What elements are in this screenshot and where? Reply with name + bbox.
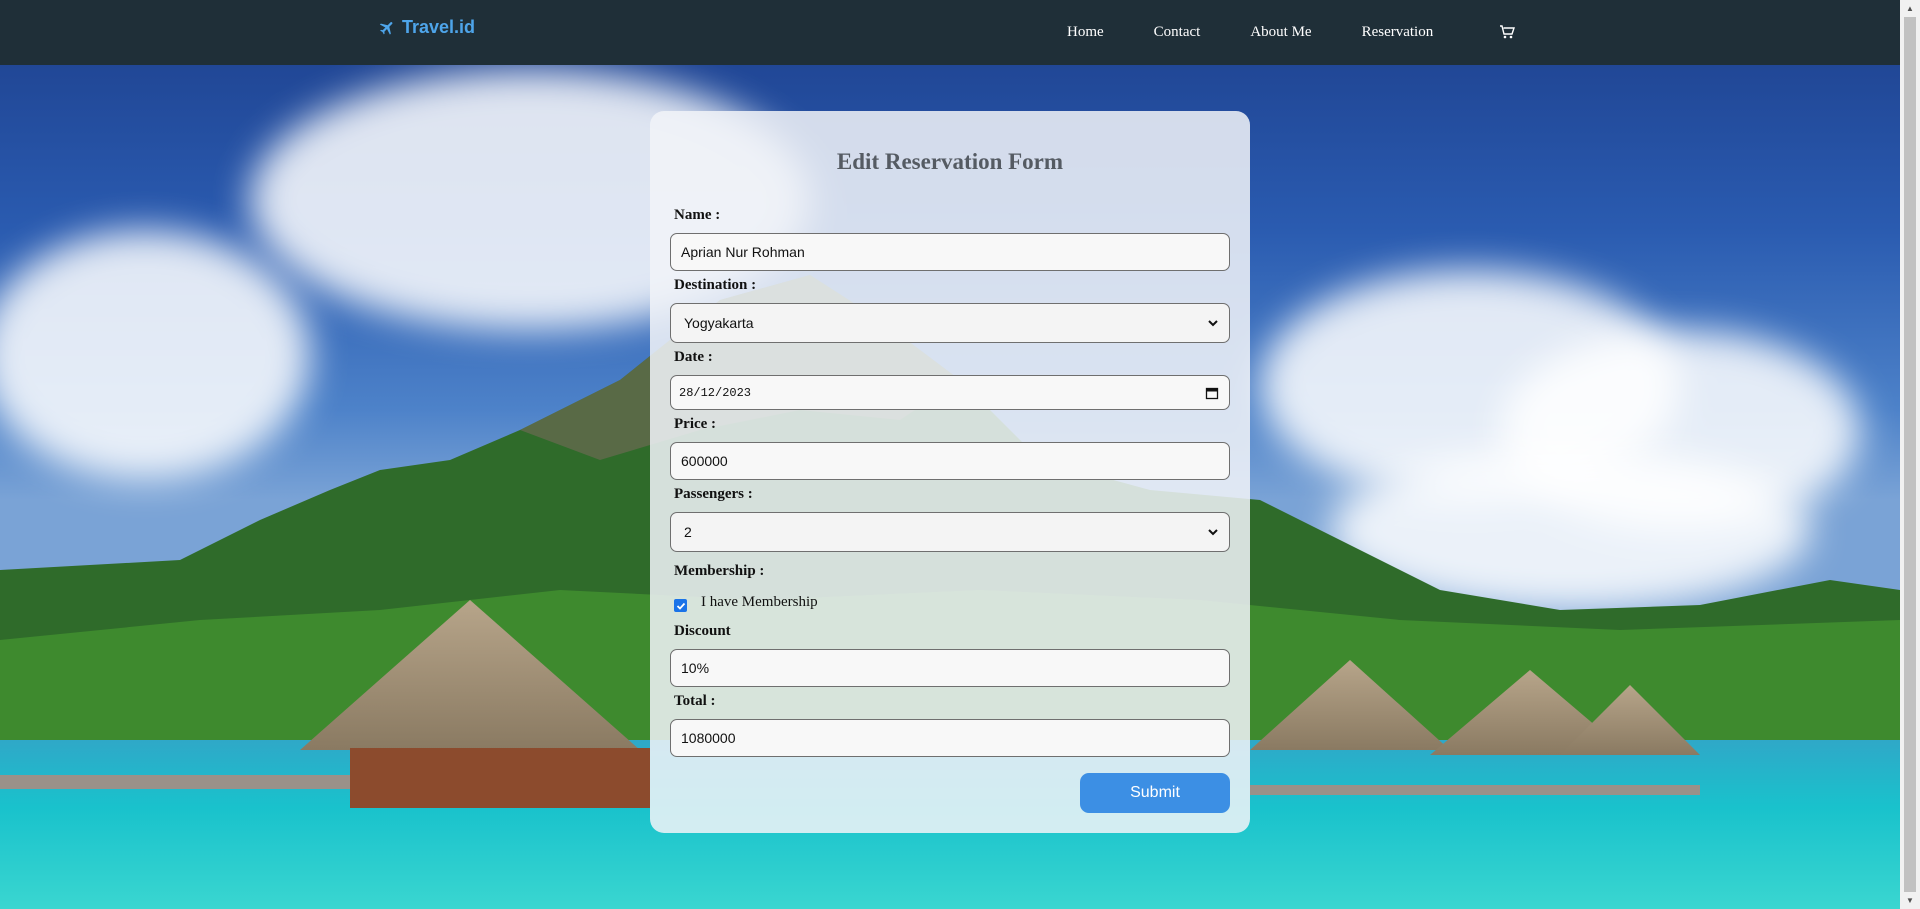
page-scrollbar[interactable]: ▲ ▼ bbox=[1900, 0, 1920, 909]
total-label: Total : bbox=[674, 693, 716, 709]
date-input[interactable]: 28/12/2023 bbox=[670, 375, 1230, 410]
nav-links: Home Contact About Me Reservation bbox=[1067, 24, 1483, 41]
nav-reservation[interactable]: Reservation bbox=[1362, 24, 1434, 41]
brand-logo[interactable]: Travel.id bbox=[378, 17, 475, 38]
price-input[interactable]: 600000 bbox=[670, 442, 1230, 480]
submit-button[interactable]: Submit bbox=[1080, 773, 1230, 813]
total-input[interactable]: 1080000 bbox=[670, 719, 1230, 757]
calendar-icon[interactable] bbox=[1205, 386, 1219, 400]
passengers-select[interactable]: 2 bbox=[670, 512, 1230, 552]
destination-value: Yogyakarta bbox=[684, 315, 754, 331]
form-title: Edit Reservation Form bbox=[836, 149, 1064, 174]
top-navbar: Travel.id Home Contact About Me Reservat… bbox=[0, 0, 1900, 65]
price-value: 600000 bbox=[681, 453, 728, 469]
name-value: Aprian Nur Rohman bbox=[681, 244, 805, 260]
scroll-down-arrow-icon[interactable]: ▼ bbox=[1900, 892, 1920, 909]
cart-icon[interactable] bbox=[1499, 24, 1515, 40]
nav-about-me[interactable]: About Me bbox=[1250, 24, 1311, 41]
passengers-value: 2 bbox=[684, 524, 692, 540]
nav-contact[interactable]: Contact bbox=[1154, 24, 1201, 41]
airplane-icon bbox=[379, 21, 393, 35]
brand-name: Travel.id bbox=[402, 17, 476, 37]
chevron-down-icon bbox=[1208, 320, 1218, 327]
discount-label: Discount bbox=[674, 623, 731, 639]
name-label: Name : bbox=[674, 207, 721, 223]
membership-label: Membership : bbox=[674, 563, 765, 579]
date-value: 28/12/2023 bbox=[679, 385, 752, 400]
scrollbar-thumb[interactable] bbox=[1904, 17, 1916, 892]
checkmark-icon bbox=[676, 602, 685, 610]
total-value: 1080000 bbox=[681, 730, 736, 746]
passengers-label: Passengers : bbox=[674, 486, 753, 502]
membership-checkbox[interactable] bbox=[674, 599, 687, 612]
date-label: Date : bbox=[674, 349, 713, 365]
membership-row: I have Membership bbox=[674, 593, 818, 612]
destination-label: Destination : bbox=[674, 277, 757, 293]
destination-select[interactable]: Yogyakarta bbox=[670, 303, 1230, 343]
discount-value: 10% bbox=[681, 660, 710, 676]
discount-input[interactable]: 10% bbox=[670, 649, 1230, 687]
price-label: Price : bbox=[674, 416, 717, 432]
reservation-form-card: Edit Reservation Form Name : Aprian Nur … bbox=[650, 111, 1250, 833]
scroll-up-arrow-icon[interactable]: ▲ bbox=[1900, 0, 1920, 17]
nav-home[interactable]: Home bbox=[1067, 24, 1104, 41]
membership-checkbox-label[interactable]: I have Membership bbox=[701, 594, 818, 611]
chevron-down-icon bbox=[1208, 529, 1218, 536]
name-input[interactable]: Aprian Nur Rohman bbox=[670, 233, 1230, 271]
